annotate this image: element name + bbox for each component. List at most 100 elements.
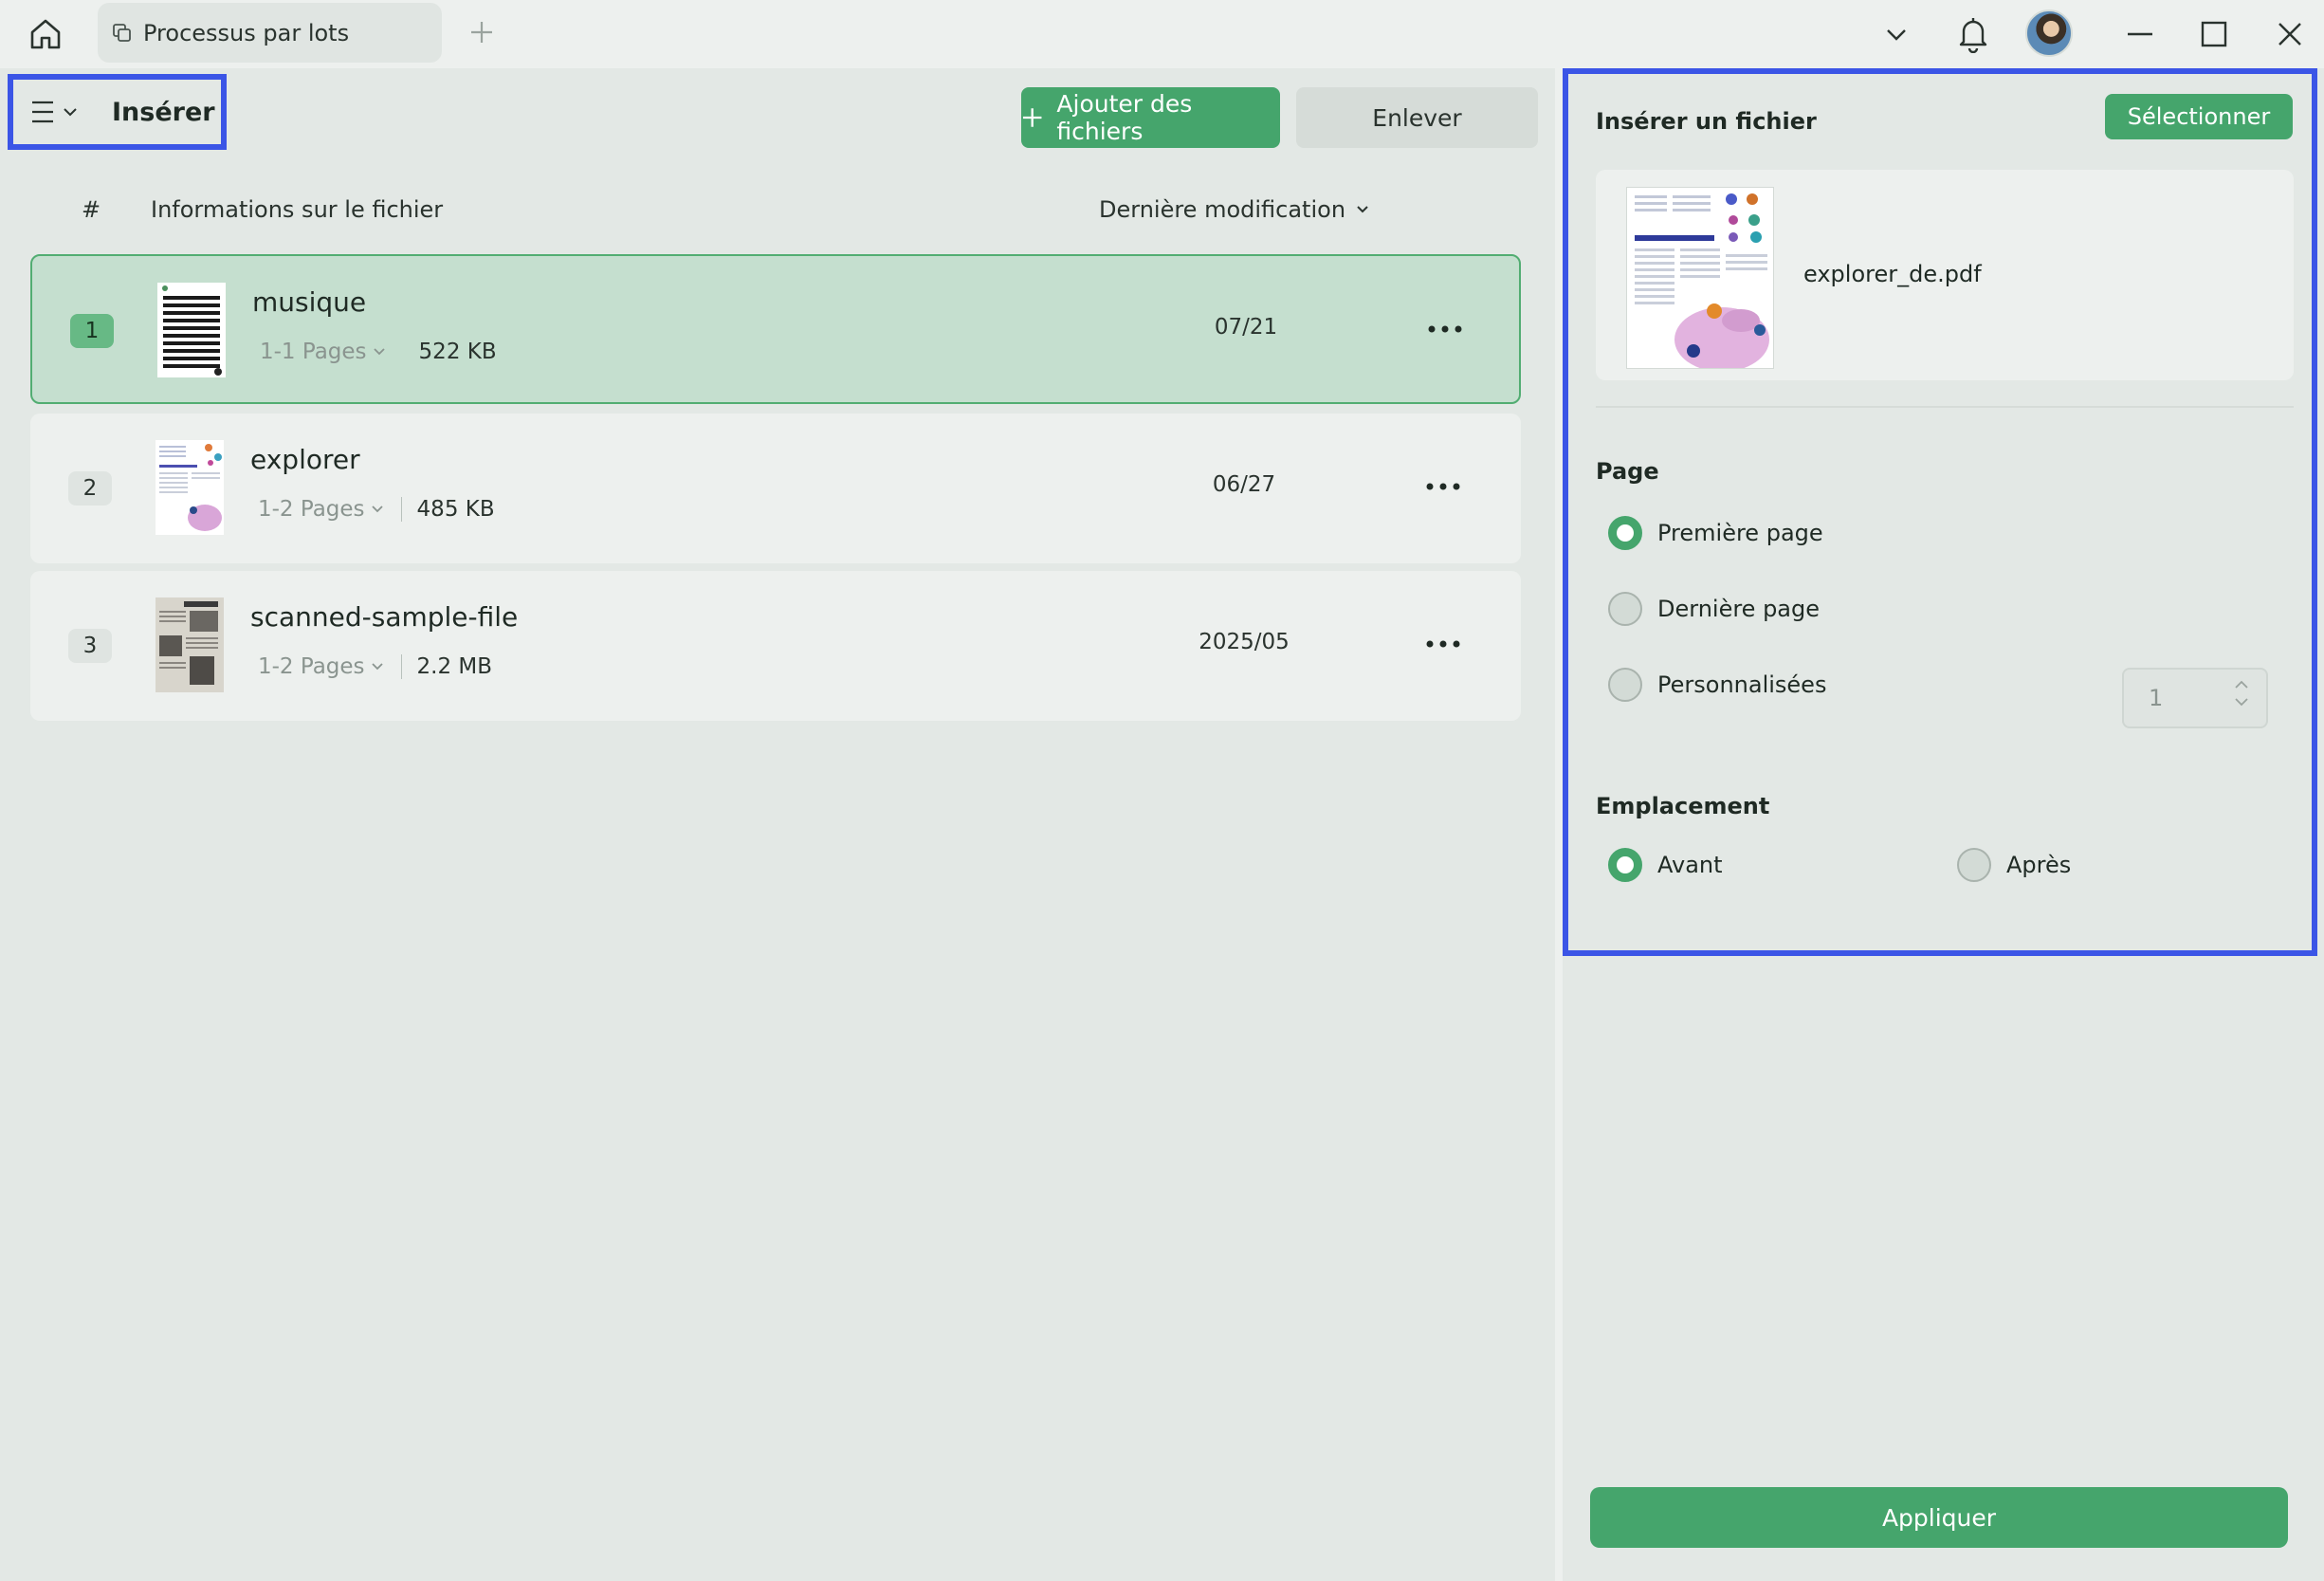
divider <box>1596 406 2294 408</box>
select-file-button[interactable]: Sélectionner <box>2105 94 2293 139</box>
home-icon <box>30 19 61 49</box>
chevron-down-icon <box>64 108 77 117</box>
apply-label: Appliquer <box>1881 1503 1997 1532</box>
user-avatar[interactable] <box>2025 9 2073 57</box>
select-file-label: Sélectionner <box>2127 103 2271 130</box>
menu-icon <box>32 101 53 123</box>
page-range-label: 1-2 Pages <box>258 654 365 679</box>
home-button[interactable] <box>19 9 72 59</box>
chevron-down-icon <box>1357 206 1368 213</box>
column-last-modified-label: Dernière modification <box>1099 196 1346 223</box>
selected-file-thumbnail <box>1626 187 1774 369</box>
file-thumbnail <box>156 440 224 535</box>
add-files-button[interactable]: Ajouter des fichiers <box>1021 87 1280 148</box>
radio-after[interactable]: Après <box>1957 848 2071 882</box>
plus-icon <box>471 22 492 43</box>
page-range-dropdown[interactable]: 1-1 Pages <box>260 340 386 364</box>
mode-selector[interactable]: Insérer <box>8 74 227 150</box>
file-meta: 1-2 Pages 485 KB <box>258 497 495 522</box>
insert-file-title: Insérer un fichier <box>1596 108 1817 135</box>
custom-page-stepper[interactable]: 1 <box>2122 668 2268 728</box>
more-icon <box>1426 483 1460 490</box>
chevron-down-icon <box>371 663 383 671</box>
maximize-button[interactable] <box>2190 0 2238 68</box>
radio-button[interactable] <box>1608 592 1642 626</box>
chevron-down-icon <box>371 506 383 513</box>
column-file-info: Informations sur le fichier <box>151 196 444 223</box>
more-options-button[interactable] <box>1418 315 1472 343</box>
radio-before[interactable]: Avant <box>1608 848 1723 882</box>
radio-button[interactable] <box>1608 668 1642 702</box>
file-thumbnail <box>157 283 226 377</box>
file-row[interactable]: 3 scanned-sample-file 1-2 Pages 2.2 MB 2… <box>30 571 1521 721</box>
file-thumbnail <box>156 597 224 692</box>
tab-batch-process[interactable]: Processus par lots <box>98 3 442 63</box>
more-icon <box>1428 325 1462 333</box>
column-number: # <box>82 196 101 223</box>
divider <box>403 340 404 364</box>
radio-label: Après <box>2006 852 2072 878</box>
radio-button[interactable] <box>1608 516 1642 550</box>
more-icon <box>1426 640 1460 648</box>
radio-label: Avant <box>1657 852 1723 878</box>
radio-button[interactable] <box>1608 848 1642 882</box>
radio-custom-pages[interactable]: Personnalisées <box>1608 668 1826 702</box>
custom-page-value: 1 <box>2149 685 2164 711</box>
page-range-dropdown[interactable]: 1-2 Pages <box>258 654 384 679</box>
radio-label: Dernière page <box>1657 596 1821 622</box>
selected-file-card: explorer_de.pdf <box>1596 170 2294 380</box>
divider <box>400 497 402 522</box>
minimize-button[interactable] <box>2116 0 2164 68</box>
new-tab-button[interactable] <box>463 13 501 51</box>
divider <box>400 654 402 679</box>
title-bar: Processus par lots <box>0 0 2324 68</box>
remove-button[interactable]: Enlever <box>1296 87 1538 148</box>
stepper-arrows <box>2234 679 2249 708</box>
chevron-down-icon <box>1887 29 1906 41</box>
file-size: 522 KB <box>418 340 497 364</box>
insert-settings-box: Insérer un fichier Sélectionner explorer… <box>1563 68 2317 956</box>
file-date: 2025/05 <box>1199 630 1290 654</box>
notifications-button[interactable] <box>1949 0 1997 68</box>
tab-label: Processus par lots <box>143 19 350 46</box>
row-number: 1 <box>70 314 114 348</box>
file-row[interactable]: 1 musique 1-1 Pages 522 KB 07/21 <box>30 254 1521 404</box>
window-menu-button[interactable] <box>1877 0 1915 68</box>
batch-icon <box>113 23 131 42</box>
radio-button[interactable] <box>1957 848 1991 882</box>
close-button[interactable] <box>2266 0 2314 68</box>
file-date: 06/27 <box>1212 472 1276 497</box>
column-last-modified[interactable]: Dernière modification <box>1099 196 1370 223</box>
file-name: musique <box>252 286 367 318</box>
page-range-dropdown[interactable]: 1-2 Pages <box>258 497 384 522</box>
file-meta: 1-2 Pages 2.2 MB <box>258 654 492 679</box>
chevron-down-icon <box>373 348 385 356</box>
remove-label: Enlever <box>1372 103 1462 132</box>
maximize-icon <box>2201 21 2227 47</box>
apply-button[interactable]: Appliquer <box>1590 1487 2288 1548</box>
close-icon <box>2278 23 2301 46</box>
row-number: 3 <box>68 629 112 663</box>
radio-last-page[interactable]: Dernière page <box>1608 592 1820 626</box>
page-range-label: 1-2 Pages <box>258 497 365 522</box>
file-date: 07/21 <box>1214 315 1278 340</box>
mode-title: Insérer <box>112 97 215 127</box>
minimize-icon <box>2128 32 2152 36</box>
more-options-button[interactable] <box>1417 630 1470 658</box>
list-header: # Informations sur le fichier Dernière m… <box>0 196 1555 234</box>
selected-file-name: explorer_de.pdf <box>1803 261 1982 287</box>
file-row[interactable]: 2 explorer 1-2 Pages 485 KB 06/27 <box>30 414 1521 563</box>
plus-icon <box>1022 108 1042 127</box>
chevron-up-icon[interactable] <box>2234 679 2249 690</box>
file-name: scanned-sample-file <box>250 601 519 633</box>
file-size: 2.2 MB <box>416 654 493 679</box>
location-section-title: Emplacement <box>1596 793 1770 819</box>
bell-icon <box>1959 18 1987 53</box>
radio-label: Première page <box>1657 520 1823 546</box>
radio-first-page[interactable]: Première page <box>1608 516 1823 550</box>
add-files-label: Ajouter des fichiers <box>1056 90 1193 145</box>
more-options-button[interactable] <box>1417 472 1470 501</box>
chevron-down-icon[interactable] <box>2234 696 2249 708</box>
insert-settings-pane: Insérer un fichier Sélectionner explorer… <box>1563 68 2324 1581</box>
radio-label: Personnalisées <box>1657 671 1827 698</box>
